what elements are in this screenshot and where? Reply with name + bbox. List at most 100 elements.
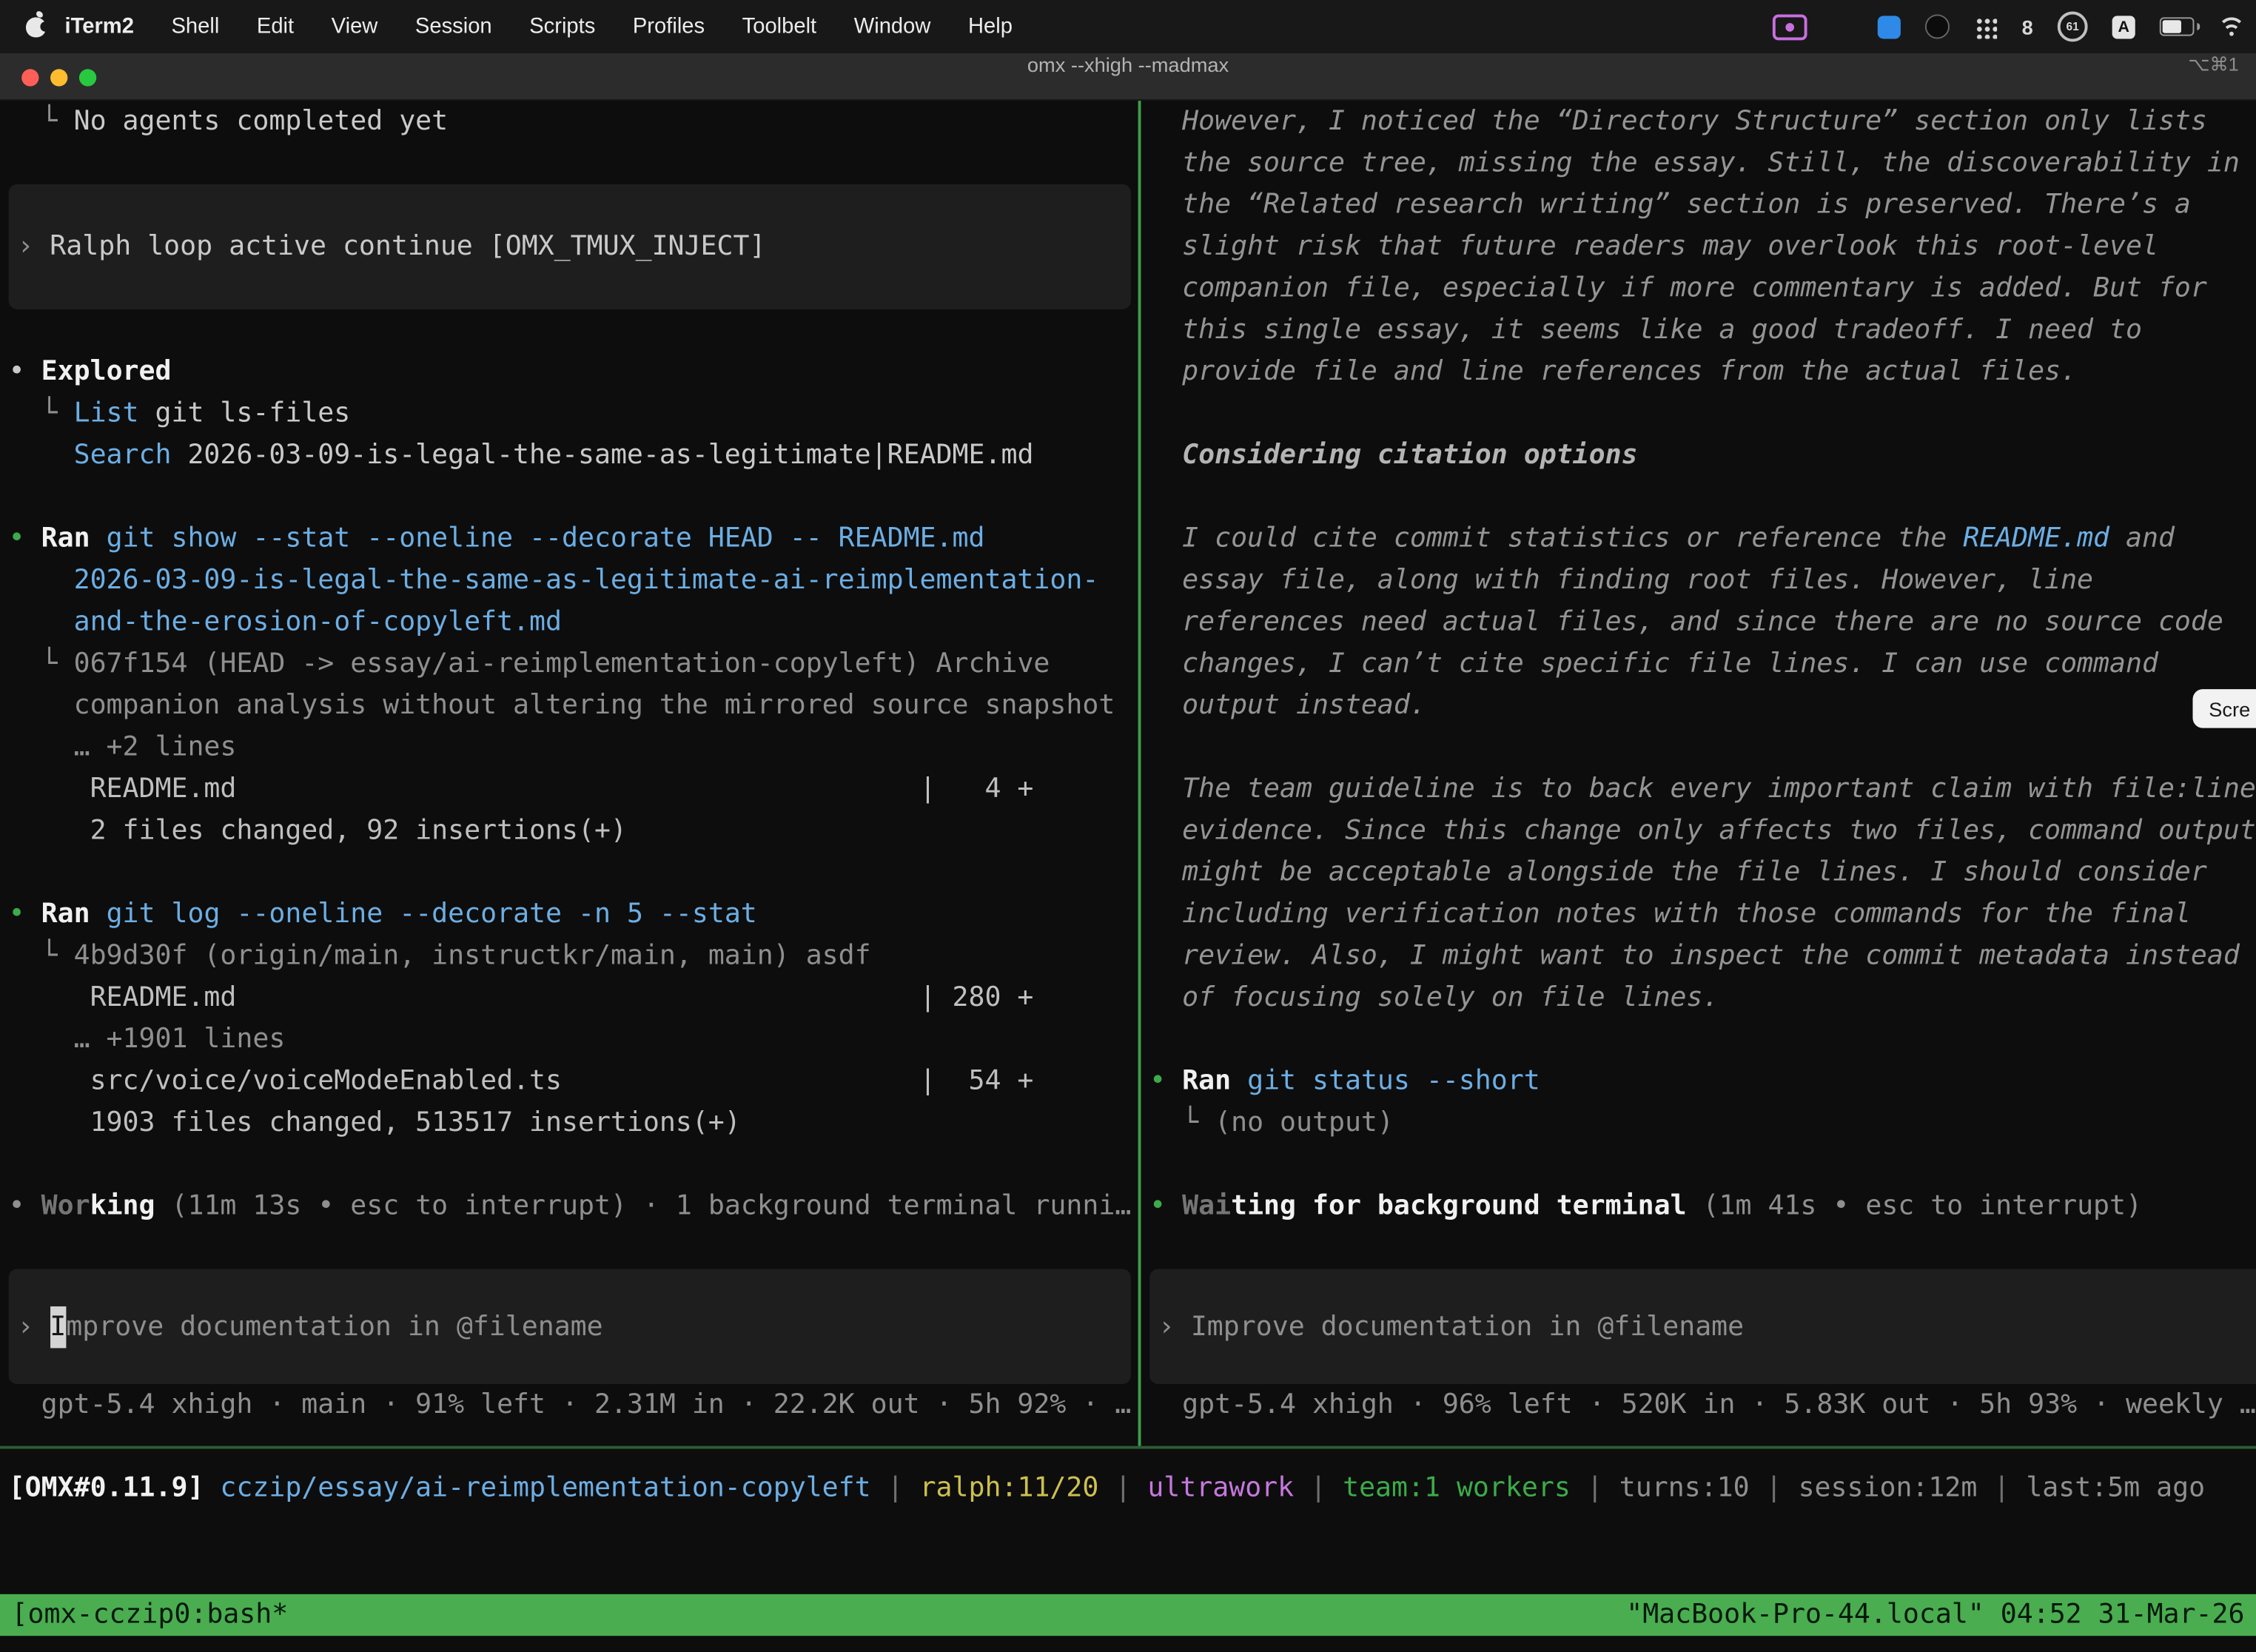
screen: iTerm2ShellEditViewSessionScriptsProfile… [0, 0, 2256, 1652]
battery-icon[interactable] [2160, 17, 2195, 36]
pane-divider[interactable] [1138, 101, 1141, 1446]
text-segment: 1903 files changed, 513517 insertions(+) [9, 1108, 741, 1138]
terminal: └ No agents completed yet› Ralph loop ac… [0, 101, 2256, 1652]
terminal-line: I could cite commit statistics or refere… [1149, 518, 2256, 560]
text-segment: src/voice/voiceModeEnabled.ts | 54 + [9, 1066, 1034, 1096]
menu-item-toolbelt[interactable]: Toolbelt [723, 14, 835, 38]
prompt-input-left[interactable]: › Improve documentation in @filename [9, 1269, 1131, 1385]
text-segment: changes, I can’t cite specific file line… [1149, 649, 2158, 679]
terminal-line: 2026-03-09-is-legal-the-same-as-legitima… [9, 560, 1138, 601]
terminal-line: src/voice/voiceModeEnabled.ts | 54 + [9, 1061, 1138, 1102]
text-segment [1149, 440, 1182, 471]
input-source-icon[interactable]: A [2112, 15, 2135, 38]
wifi-icon[interactable] [2218, 17, 2244, 36]
text-segment: Ran [41, 524, 90, 554]
text-segment: … +1901 lines [9, 1024, 286, 1055]
menu-item-help[interactable]: Help [950, 14, 1032, 38]
terminal-line: 2 files changed, 92 insertions(+) [9, 810, 1138, 851]
status-divider [0, 1446, 2256, 1449]
text-segment [9, 440, 74, 471]
menu-item-edit[interactable]: Edit [238, 14, 313, 38]
text-segment: Ran [1182, 1066, 1231, 1096]
menu-item-scripts[interactable]: Scripts [511, 14, 614, 38]
blank-line [1149, 727, 2256, 768]
terminal-line: slight risk that future readers may over… [1149, 226, 2256, 267]
text-segment: 2026-03-09-is-legal-the-same-as-legitima… [9, 565, 1099, 596]
terminal-line: • Working (11m 13s • esc to interrupt) ·… [9, 1186, 1138, 1227]
text-segment: (no output) [1215, 1108, 1394, 1138]
text-segment: I [50, 1306, 66, 1347]
terminal-line: 1903 files changed, 513517 insertions(+) [9, 1102, 1138, 1144]
menu-status-icons: 8 61 A [1773, 0, 2244, 53]
text-segment: companion file, especially if more comme… [1149, 273, 2207, 303]
dots-grid-icon[interactable] [1974, 15, 1997, 38]
text-segment: • [9, 899, 41, 930]
terminal-line: However, I noticed the “Directory Struct… [1149, 101, 2256, 142]
text-segment: • [9, 1192, 41, 1222]
terminal-line: Search 2026-03-09-is-legal-the-same-as-l… [9, 434, 1138, 476]
text-segment: | [1571, 1474, 1619, 1504]
text-segment: • [9, 357, 41, 387]
screen-recording-icon[interactable] [1773, 13, 1807, 39]
blue-app-icon[interactable] [1878, 15, 1901, 38]
text-segment: gpt-5.4 xhigh · main · 91% left · 2.31M … [9, 1390, 1132, 1420]
terminal-line: Considering citation options [1149, 434, 2256, 476]
text-segment: | [1750, 1474, 1799, 1504]
text-segment: However, I noticed the “Directory Struct… [1149, 107, 2207, 137]
text-segment: of focusing solely on file lines. [1149, 983, 1719, 1013]
terminal-line: └ List git ls-files [9, 393, 1138, 434]
text-segment: gpt-5.4 xhigh · 96% left · 520K in · 5.8… [1149, 1390, 2256, 1420]
text-segment [204, 1474, 220, 1504]
blank-line [9, 309, 1138, 351]
menu-item-window[interactable]: Window [835, 14, 949, 38]
menu-item-session[interactable]: Session [397, 14, 511, 38]
text-segment: git log --oneline --decorate -n 5 --stat [107, 899, 757, 930]
screen-share-button[interactable]: Scre [2193, 689, 2256, 728]
text-segment: › [17, 226, 50, 267]
text-segment [1231, 1066, 1247, 1096]
text-segment: git status --short [1247, 1066, 1540, 1096]
terminal-line: └ 4b9d30f (origin/main, instructkr/main,… [9, 936, 1138, 977]
terminal-line: including verification notes with those … [1149, 893, 2256, 935]
text-segment: README.md | 280 + [9, 983, 1034, 1013]
terminal-line: essay file, along with finding root file… [1149, 560, 2256, 601]
menu-item-profiles[interactable]: Profiles [614, 14, 724, 38]
prompt-input-right[interactable]: › Improve documentation in @filename [1149, 1269, 2256, 1385]
terminal-line: • Ran git log --oneline --decorate -n 5 … [9, 893, 1138, 935]
terminal-line: • Ran git status --short [1149, 1061, 2256, 1102]
text-segment: └ [9, 941, 74, 971]
terminal-line: • Ran git show --stat --oneline --decora… [9, 518, 1138, 560]
menu-item-iterm2[interactable]: iTerm2 [46, 14, 152, 38]
text-segment: including verification notes with those … [1149, 899, 2191, 930]
menu-bar: iTerm2ShellEditViewSessionScriptsProfile… [0, 0, 2256, 53]
app-grid-icon[interactable] [1832, 16, 1853, 37]
text-segment: the source tree, missing the essay. Stil… [1149, 148, 2240, 178]
text-segment: | [1098, 1474, 1147, 1504]
menu-item-shell[interactable]: Shell [152, 14, 238, 38]
text-segment: 2026-03-09-is-legal-the-same-as-legitima… [171, 440, 1033, 471]
dark-app-icon[interactable] [1925, 14, 1950, 38]
battery-gauge-icon[interactable]: 61 [2058, 12, 2088, 42]
pane-left: └ No agents completed yet› Ralph loop ac… [0, 101, 1138, 1446]
terminal-line: … +2 lines [9, 727, 1138, 768]
apple-menu-icon[interactable] [26, 16, 46, 36]
text-segment: └ [1149, 1108, 1215, 1138]
blank-line [9, 852, 1138, 893]
text-segment: companion analysis without altering the … [9, 691, 1115, 721]
blank-line [1149, 393, 2256, 434]
terminal-line: output instead. [1149, 685, 2256, 726]
text-segment: • [1149, 1066, 1182, 1096]
terminal-line: might be acceptable alongside the file l… [1149, 852, 2256, 893]
key-8-icon[interactable]: 8 [2022, 15, 2033, 38]
blank-line [1149, 476, 2256, 517]
menu-item-view[interactable]: View [312, 14, 396, 38]
terminal-line: gpt-5.4 xhigh · 96% left · 520K in · 5.8… [1149, 1384, 2256, 1426]
text-segment: last:5m ago [2026, 1474, 2205, 1504]
text-segment: ralph:11/20 [920, 1474, 1099, 1504]
terminal-line: references need actual files, and since … [1149, 602, 2256, 643]
blank-line [9, 1227, 1138, 1269]
tmux-session-label: [omx-cczip0:bash* [12, 1594, 289, 1636]
tmux-host-time: "MacBook-Pro-44.local" 04:52 31-Mar-26 [1626, 1594, 2244, 1636]
terminal-line: review. Also, I might want to inspect th… [1149, 936, 2256, 977]
blank-line [9, 476, 1138, 517]
